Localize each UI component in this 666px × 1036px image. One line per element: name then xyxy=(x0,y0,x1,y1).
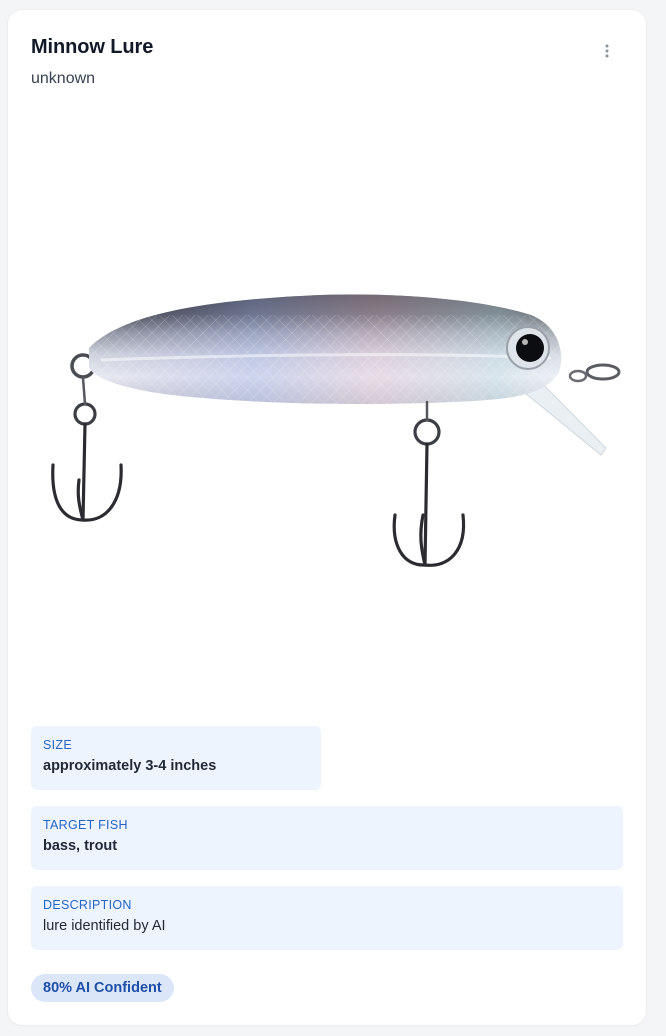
more-options-button[interactable] xyxy=(596,40,618,62)
lure-card: Minnow Lure unknown SIZE approximately 3… xyxy=(8,10,646,1025)
confidence-badge: 80% AI Confident xyxy=(31,974,174,1002)
more-vertical-icon xyxy=(605,44,609,58)
size-label: SIZE xyxy=(43,738,72,752)
lure-title: Minnow Lure xyxy=(31,36,154,58)
description-value: lure identified by AI xyxy=(43,918,166,934)
description-info: DESCRIPTION lure identified by AI xyxy=(31,886,623,950)
size-info: SIZE approximately 3-4 inches xyxy=(31,726,321,790)
description-label: DESCRIPTION xyxy=(43,898,132,912)
target-fish-value: bass, trout xyxy=(43,838,118,854)
lure-brand: unknown xyxy=(31,70,96,87)
size-value: approximately 3-4 inches xyxy=(43,758,217,774)
target-fish-label: TARGET FISH xyxy=(43,818,128,832)
lure-image xyxy=(31,110,623,710)
target-fish-info: TARGET FISH bass, trout xyxy=(31,806,623,870)
